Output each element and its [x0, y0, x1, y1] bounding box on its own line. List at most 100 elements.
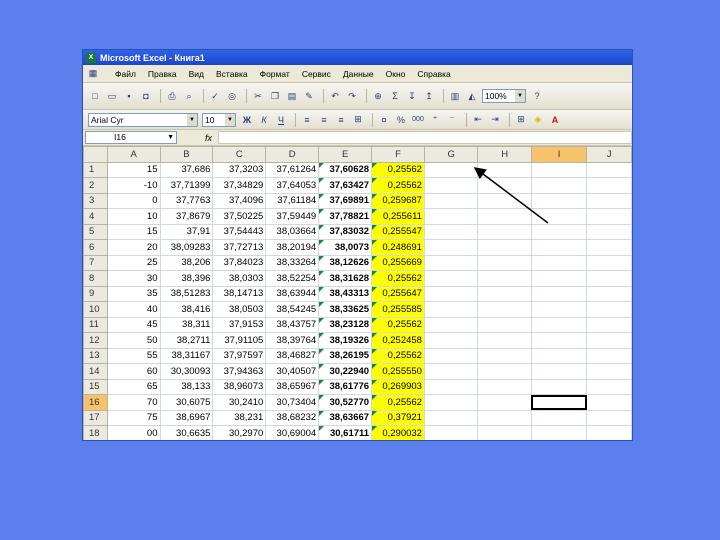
cell-j3[interactable]: [586, 192, 632, 209]
menu-edit[interactable]: Правка: [148, 69, 177, 79]
cell-c12[interactable]: 37,91105: [212, 332, 267, 349]
cell-h16[interactable]: [477, 394, 532, 411]
cell-b18[interactable]: 30,6635: [159, 425, 214, 440]
cell-b5[interactable]: 37,91: [159, 223, 214, 240]
cell-h9[interactable]: [477, 285, 532, 302]
cell-j15[interactable]: [586, 378, 632, 395]
row-header[interactable]: 4: [83, 208, 108, 225]
print-icon[interactable]: ⎙: [165, 89, 179, 103]
cell-d10[interactable]: 38,54245: [265, 301, 320, 318]
borders-icon[interactable]: ⊞: [514, 113, 528, 127]
cell-b3[interactable]: 37,7763: [159, 192, 214, 209]
cell-b15[interactable]: 38,133: [159, 378, 214, 395]
print-preview-icon[interactable]: ⌕: [182, 89, 196, 103]
row-header[interactable]: 9: [83, 285, 108, 302]
cell-j16[interactable]: [586, 394, 632, 411]
menu-view[interactable]: Вид: [189, 69, 204, 79]
cell-i14[interactable]: [530, 363, 588, 380]
cell-b12[interactable]: 38,2711: [159, 332, 214, 349]
cell-g17[interactable]: [423, 409, 479, 426]
cell-e18[interactable]: 30,61711: [318, 425, 373, 440]
cell-a2[interactable]: -10: [106, 177, 161, 194]
increase-decimal-icon[interactable]: ⁺: [428, 113, 442, 127]
cell-g18[interactable]: [423, 425, 479, 440]
cell-c2[interactable]: 37,34829: [212, 177, 267, 194]
row-header[interactable]: 11: [83, 316, 108, 333]
cell-e6[interactable]: 38,0073: [318, 239, 373, 256]
cell-b17[interactable]: 38,6967: [159, 409, 214, 426]
help-icon[interactable]: ?: [530, 89, 544, 103]
cell-a16[interactable]: 70: [106, 394, 161, 411]
cell-b8[interactable]: 38,396: [159, 270, 214, 287]
cell-i15[interactable]: [530, 378, 588, 395]
column-header-e[interactable]: E: [318, 146, 373, 163]
zoom-select[interactable]: 100% ▼: [482, 89, 526, 103]
cell-f18[interactable]: 0,290032: [371, 425, 425, 440]
menu-help[interactable]: Справка: [417, 69, 450, 79]
workbook-icon[interactable]: ▦: [86, 67, 100, 81]
row-header[interactable]: 6: [83, 239, 108, 256]
row-header[interactable]: 12: [83, 332, 108, 349]
cell-c15[interactable]: 38,96073: [212, 378, 267, 395]
save-icon[interactable]: ▪: [122, 89, 136, 103]
cell-c16[interactable]: 30,2410: [212, 394, 267, 411]
cell-a7[interactable]: 25: [106, 254, 161, 271]
cell-e1[interactable]: 37,60628: [318, 161, 373, 178]
cell-d7[interactable]: 38,33264: [265, 254, 320, 271]
cell-e10[interactable]: 38,33625: [318, 301, 373, 318]
cell-c14[interactable]: 37,94363: [212, 363, 267, 380]
cell-d3[interactable]: 37,61184: [265, 192, 320, 209]
merge-center-icon[interactable]: ⊞: [351, 113, 365, 127]
cell-j17[interactable]: [586, 409, 632, 426]
cell-h6[interactable]: [477, 239, 532, 256]
cell-a14[interactable]: 60: [106, 363, 161, 380]
cell-g14[interactable]: [423, 363, 479, 380]
underline-button[interactable]: Ч: [274, 113, 288, 127]
column-header-g[interactable]: G: [423, 146, 479, 163]
cell-b1[interactable]: 37,686: [159, 161, 214, 178]
decrease-indent-icon[interactable]: ⇤: [471, 113, 485, 127]
sort-descending-icon[interactable]: ↥: [422, 89, 436, 103]
column-header-i[interactable]: I: [530, 146, 588, 163]
row-header[interactable]: 14: [83, 363, 108, 380]
cell-a6[interactable]: 20: [106, 239, 161, 256]
cell-g13[interactable]: [423, 347, 479, 364]
cell-e16[interactable]: 30,52770: [318, 394, 373, 411]
cell-j4[interactable]: [586, 208, 632, 225]
cell-i5[interactable]: [530, 223, 588, 240]
cell-c3[interactable]: 37,4096: [212, 192, 267, 209]
cell-c1[interactable]: 37,3203: [212, 161, 267, 178]
cell-h1[interactable]: [477, 161, 532, 178]
cell-c4[interactable]: 37,50225: [212, 208, 267, 225]
cell-d5[interactable]: 38,03664: [265, 223, 320, 240]
cell-j10[interactable]: [586, 301, 632, 318]
row-header[interactable]: 1: [83, 161, 108, 178]
font-color-icon[interactable]: A: [548, 113, 562, 127]
cell-e7[interactable]: 38,12626: [318, 254, 373, 271]
cell-h12[interactable]: [477, 332, 532, 349]
cell-i11[interactable]: [530, 316, 588, 333]
formula-input[interactable]: [218, 131, 632, 144]
hyperlink-icon[interactable]: ⊕: [371, 89, 385, 103]
insert-function-button[interactable]: fx: [205, 133, 212, 143]
cell-b13[interactable]: 38,31167: [159, 347, 214, 364]
research-icon[interactable]: ◎: [225, 89, 239, 103]
cell-h11[interactable]: [477, 316, 532, 333]
menu-format[interactable]: Формат: [260, 69, 290, 79]
cell-g3[interactable]: [423, 192, 479, 209]
menu-data[interactable]: Данные: [343, 69, 374, 79]
cell-j5[interactable]: [586, 223, 632, 240]
cell-j6[interactable]: [586, 239, 632, 256]
cell-h8[interactable]: [477, 270, 532, 287]
cell-h15[interactable]: [477, 378, 532, 395]
cell-b4[interactable]: 37,8679: [159, 208, 214, 225]
cell-e17[interactable]: 38,63667: [318, 409, 373, 426]
column-header-j[interactable]: J: [586, 146, 632, 163]
cell-b2[interactable]: 37,71399: [159, 177, 214, 194]
cell-g16[interactable]: [423, 394, 479, 411]
cell-h17[interactable]: [477, 409, 532, 426]
cell-a4[interactable]: 10: [106, 208, 161, 225]
cell-j12[interactable]: [586, 332, 632, 349]
redo-icon[interactable]: ↷: [345, 89, 359, 103]
cell-j2[interactable]: [586, 177, 632, 194]
